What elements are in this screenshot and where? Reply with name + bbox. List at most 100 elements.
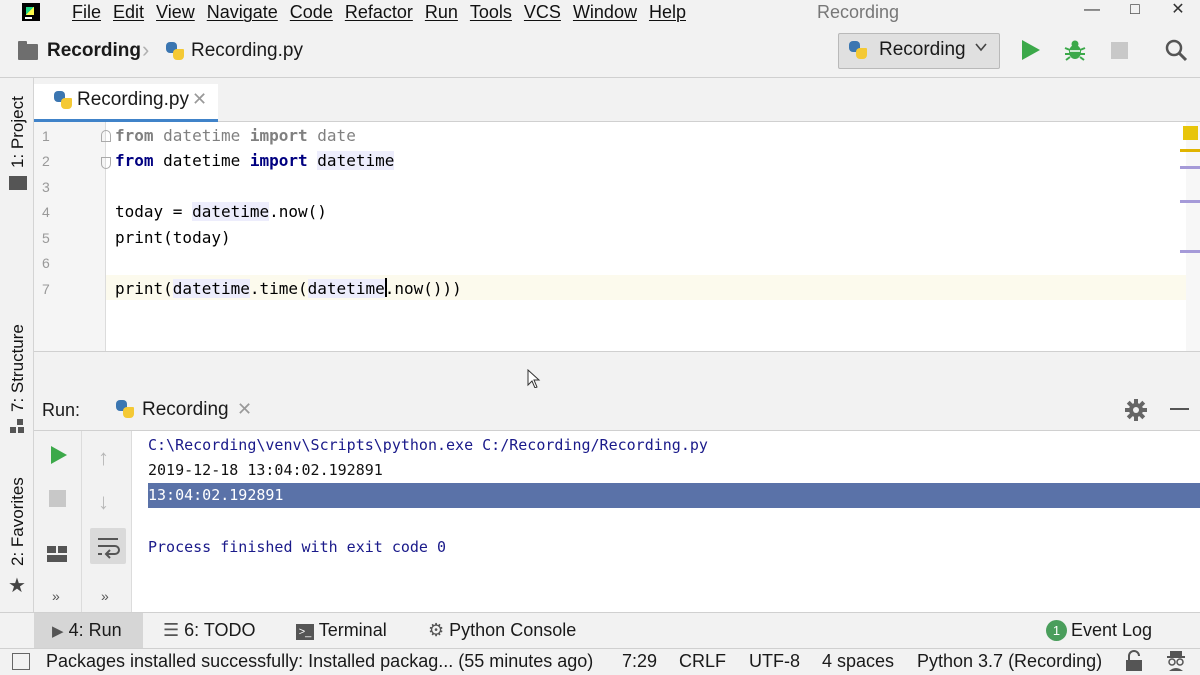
arrow-down-icon[interactable]: ↓ (98, 489, 109, 515)
usage-stripe-marker[interactable] (1180, 250, 1200, 253)
run-tab-recording[interactable]: Recording (142, 399, 229, 421)
code-token: datetime (192, 202, 270, 221)
code-line-1: from datetime import date (115, 126, 356, 145)
menu-tools[interactable]: Tools (470, 0, 518, 26)
close-icon[interactable]: ✕ (237, 399, 252, 420)
more-actions-button[interactable]: » (52, 588, 60, 604)
menu-navigate[interactable]: Navigate (207, 0, 284, 26)
inspector-icon[interactable] (1164, 650, 1188, 672)
terminal-tool-tab[interactable]: >_ Terminal (296, 620, 387, 641)
code-token: datetime (317, 151, 395, 170)
breadcrumb-file[interactable]: Recording.py (191, 40, 303, 62)
menu-run[interactable]: Run (425, 0, 464, 26)
line-separator[interactable]: CRLF (679, 651, 726, 672)
python-file-icon (165, 41, 185, 61)
fold-marker-icon[interactable] (101, 130, 111, 142)
console-line: C:\Recording\venv\Scripts\python.exe C:/… (148, 436, 708, 454)
code-line-5: print(today) (115, 228, 231, 247)
error-stripe-marker[interactable] (1180, 149, 1200, 152)
code-token: datetime (153, 151, 250, 170)
menu-view[interactable]: View (156, 0, 201, 26)
menu-edit[interactable]: Edit (113, 0, 150, 26)
line-number: 2 (42, 153, 50, 169)
code-token: datetime (307, 279, 385, 298)
code-token: .now() (269, 202, 327, 221)
code-token: from (115, 151, 154, 170)
python-console-tool-tab[interactable]: ⚙ Python Console (428, 620, 576, 641)
code-token: today = (115, 202, 193, 221)
editor-scroll-strip[interactable] (1186, 122, 1200, 351)
console-line: Process finished with exit code 0 (148, 538, 447, 556)
menu-file[interactable]: File (72, 0, 107, 26)
window-title: Recording (817, 2, 900, 22)
panel-splitter[interactable] (34, 351, 1200, 387)
python-console-icon: ⚙ (428, 620, 445, 640)
stop-run-button[interactable] (49, 490, 66, 507)
menu-code[interactable]: Code (290, 0, 339, 26)
breadcrumb-project[interactable]: Recording (47, 40, 141, 62)
structure-tool-tab[interactable]: 7: Structure (8, 324, 28, 412)
close-window-button[interactable]: ✕ (1164, 0, 1192, 22)
line-number: 1 (42, 128, 50, 144)
line-number: 6 (42, 255, 50, 271)
python-console-tool-tab-label: Python Console (449, 620, 577, 640)
soft-wrap-icon[interactable] (90, 528, 126, 564)
folder-icon (9, 176, 27, 190)
code-token: datetime (172, 279, 250, 298)
run-console[interactable] (132, 431, 1200, 612)
todo-tool-tab-label: 6: TODO (184, 620, 256, 640)
menu-window[interactable]: Window (573, 0, 643, 26)
layout-icon[interactable] (47, 546, 67, 562)
event-log-tool-tab[interactable]: Event Log (1071, 620, 1152, 641)
pycharm-logo-icon (22, 3, 40, 21)
usage-stripe-marker[interactable] (1180, 166, 1200, 169)
caret-position[interactable]: 7:29 (622, 651, 657, 672)
fold-marker-icon[interactable] (101, 157, 111, 169)
menu-items: File Edit View Navigate Code Refactor Ru… (72, 0, 698, 26)
run-button[interactable] (1022, 40, 1040, 60)
run-tool-tab[interactable]: ▶ 4: Run (52, 620, 122, 641)
debug-bug-icon[interactable] (1063, 38, 1087, 62)
python-icon (115, 399, 135, 419)
more-actions-button[interactable]: » (101, 588, 109, 604)
structure-icon (10, 419, 24, 433)
project-tool-tab[interactable]: 1: Project (8, 96, 28, 168)
favorites-tool-tab[interactable]: 2: Favorites (8, 477, 28, 566)
code-token: date (307, 126, 356, 145)
list-icon: ☰ (163, 620, 180, 640)
hide-panel-icon[interactable] (1170, 408, 1189, 410)
menu-refactor[interactable]: Refactor (345, 0, 419, 26)
console-line: 2019-12-18 13:04:02.192891 (148, 461, 383, 479)
code-line-2: from datetime import datetime (115, 151, 395, 170)
gear-icon[interactable] (1125, 399, 1147, 421)
run-tool-tab-label: 4: Run (68, 620, 122, 640)
indent-setting[interactable]: 4 spaces (822, 651, 894, 672)
mouse-pointer-icon (527, 369, 541, 389)
toggle-tool-windows-icon[interactable] (12, 653, 30, 670)
menu-help[interactable]: Help (649, 0, 692, 26)
todo-tool-tab[interactable]: ☰ 6: TODO (163, 620, 256, 641)
warning-marker-icon[interactable] (1183, 126, 1198, 140)
arrow-up-icon[interactable]: ↑ (98, 445, 109, 471)
lock-icon[interactable] (1124, 650, 1144, 672)
console-line-selected: 13:04:02.192891 (148, 486, 284, 504)
stop-button[interactable] (1111, 42, 1128, 59)
terminal-tool-tab-label: Terminal (318, 620, 387, 640)
close-icon[interactable]: ✕ (192, 89, 207, 110)
usage-stripe-marker[interactable] (1180, 200, 1200, 203)
python-icon (848, 40, 868, 60)
event-count-badge: 1 (1046, 620, 1067, 641)
python-interpreter[interactable]: Python 3.7 (Recording) (917, 651, 1102, 672)
menu-vcs[interactable]: VCS (524, 0, 567, 26)
line-number: 7 (42, 281, 50, 297)
maximize-window-button[interactable]: □ (1121, 0, 1149, 22)
search-icon[interactable] (1164, 38, 1188, 62)
run-configuration-label: Recording (879, 39, 966, 60)
status-message[interactable]: Packages installed successfully: Install… (46, 651, 593, 672)
rerun-button[interactable] (51, 446, 67, 464)
file-encoding[interactable]: UTF-8 (749, 651, 800, 672)
line-number: 5 (42, 230, 50, 246)
code-token: .now())) (384, 279, 462, 298)
minimize-window-button[interactable]: — (1078, 0, 1106, 22)
